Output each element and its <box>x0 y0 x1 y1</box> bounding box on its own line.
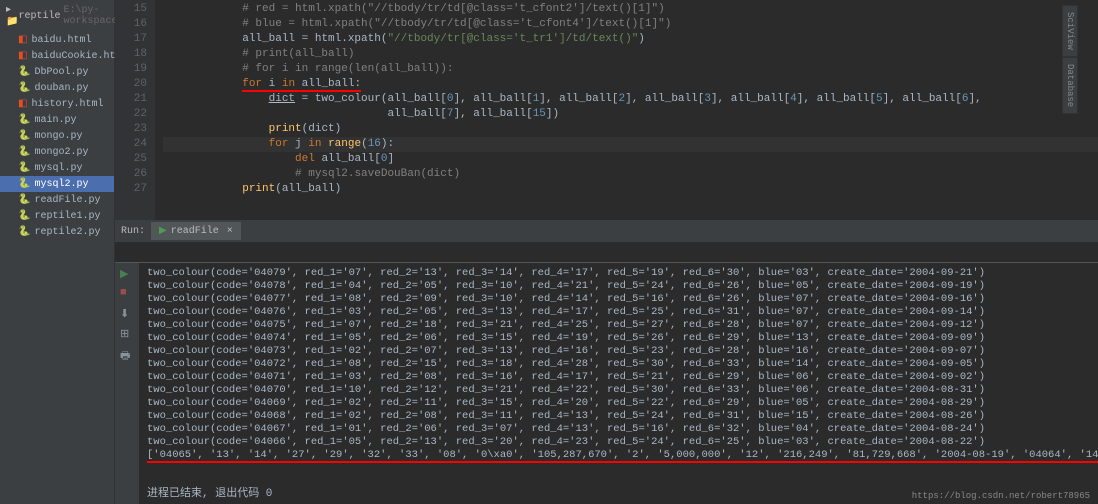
layout-icon[interactable]: ⊞ <box>120 327 134 341</box>
file-tree-item[interactable]: ◧baiduCookie.html <box>0 48 114 64</box>
file-name: baidu.html <box>31 35 91 46</box>
close-icon[interactable]: × <box>227 226 233 237</box>
file-tree-item[interactable]: 🐍mongo2.py <box>0 144 114 160</box>
console-output[interactable]: two_colour(code='04079', red_1='07', red… <box>139 263 1098 480</box>
line-gutter: 15161718192021222324252627 <box>115 0 155 220</box>
print-icon[interactable]: 🖶 <box>120 347 134 361</box>
array-output-line: ['04065', '13', '14', '27', '29', '32', … <box>147 449 1098 462</box>
code-content[interactable]: # red = html.xpath("//tbody/tr/td[@class… <box>155 0 1098 220</box>
file-name: mysql.py <box>34 163 82 174</box>
file-tree-item[interactable]: 🐍mysql.py <box>0 160 114 176</box>
file-tree-item[interactable]: 🐍douban.py <box>0 80 114 96</box>
play-icon: ▶ <box>159 225 167 237</box>
file-tree-item[interactable]: 🐍mysql2.py <box>0 176 114 192</box>
sidebar-header[interactable]: ▸ 📁 reptile E:\py-workspace\ <box>0 0 114 32</box>
code-editor[interactable]: 15161718192021222324252627 # red = html.… <box>115 0 1098 220</box>
stop-icon[interactable]: ■ <box>120 287 134 301</box>
file-name: mongo2.py <box>34 147 88 158</box>
file-name: main.py <box>34 115 76 126</box>
project-sidebar[interactable]: ▸ 📁 reptile E:\py-workspace\ ◧baidu.html… <box>0 0 115 504</box>
right-tab-database[interactable]: Database <box>1062 57 1078 114</box>
folder-icon: ▸ 📁 <box>6 4 18 28</box>
file-tree-item[interactable]: 🐍DbPool.py <box>0 64 114 80</box>
run-tab-name: readFile <box>171 226 219 237</box>
file-tree-item[interactable]: 🐍readFile.py <box>0 192 114 208</box>
project-name: reptile <box>18 11 60 22</box>
file-name: readFile.py <box>34 195 100 206</box>
file-tree-item[interactable]: 🐍mongo.py <box>0 128 114 144</box>
file-name: mongo.py <box>34 131 82 142</box>
file-tree-item[interactable]: 🐍reptile2.py <box>0 224 114 240</box>
run-label: Run: <box>115 226 151 237</box>
footer-url: https://blog.csdn.net/robert78965 <box>912 491 1090 501</box>
file-tree[interactable]: ◧baidu.html◧baiduCookie.html🐍DbPool.py🐍d… <box>0 32 114 240</box>
file-name: DbPool.py <box>34 67 88 78</box>
run-panel: ▶ ■ ⬇ ⊞ 🖶 two_colour(code='04079', red_1… <box>115 262 1098 504</box>
right-tab-sciview[interactable]: SciView <box>1062 5 1078 57</box>
file-name: reptile1.py <box>34 211 100 222</box>
run-tab[interactable]: ▶ readFile × <box>151 222 241 240</box>
file-name: reptile2.py <box>34 227 100 238</box>
run-tab-bar[interactable]: Run: ▶ readFile × ⚙ ▬ <box>115 220 1098 242</box>
file-tree-item[interactable]: 🐍reptile1.py <box>0 208 114 224</box>
rerun-icon[interactable]: ▶ <box>120 267 134 281</box>
file-name: douban.py <box>34 83 88 94</box>
file-name: history.html <box>31 99 103 110</box>
file-tree-item[interactable]: 🐍main.py <box>0 112 114 128</box>
run-toolbar[interactable]: ▶ ■ ⬇ ⊞ 🖶 <box>115 263 139 504</box>
file-name: mysql2.py <box>34 179 88 190</box>
down-icon[interactable]: ⬇ <box>120 307 134 321</box>
file-tree-item[interactable]: ◧baidu.html <box>0 32 114 48</box>
file-tree-item[interactable]: ◧history.html <box>0 96 114 112</box>
file-name: baiduCookie.html <box>31 51 127 62</box>
